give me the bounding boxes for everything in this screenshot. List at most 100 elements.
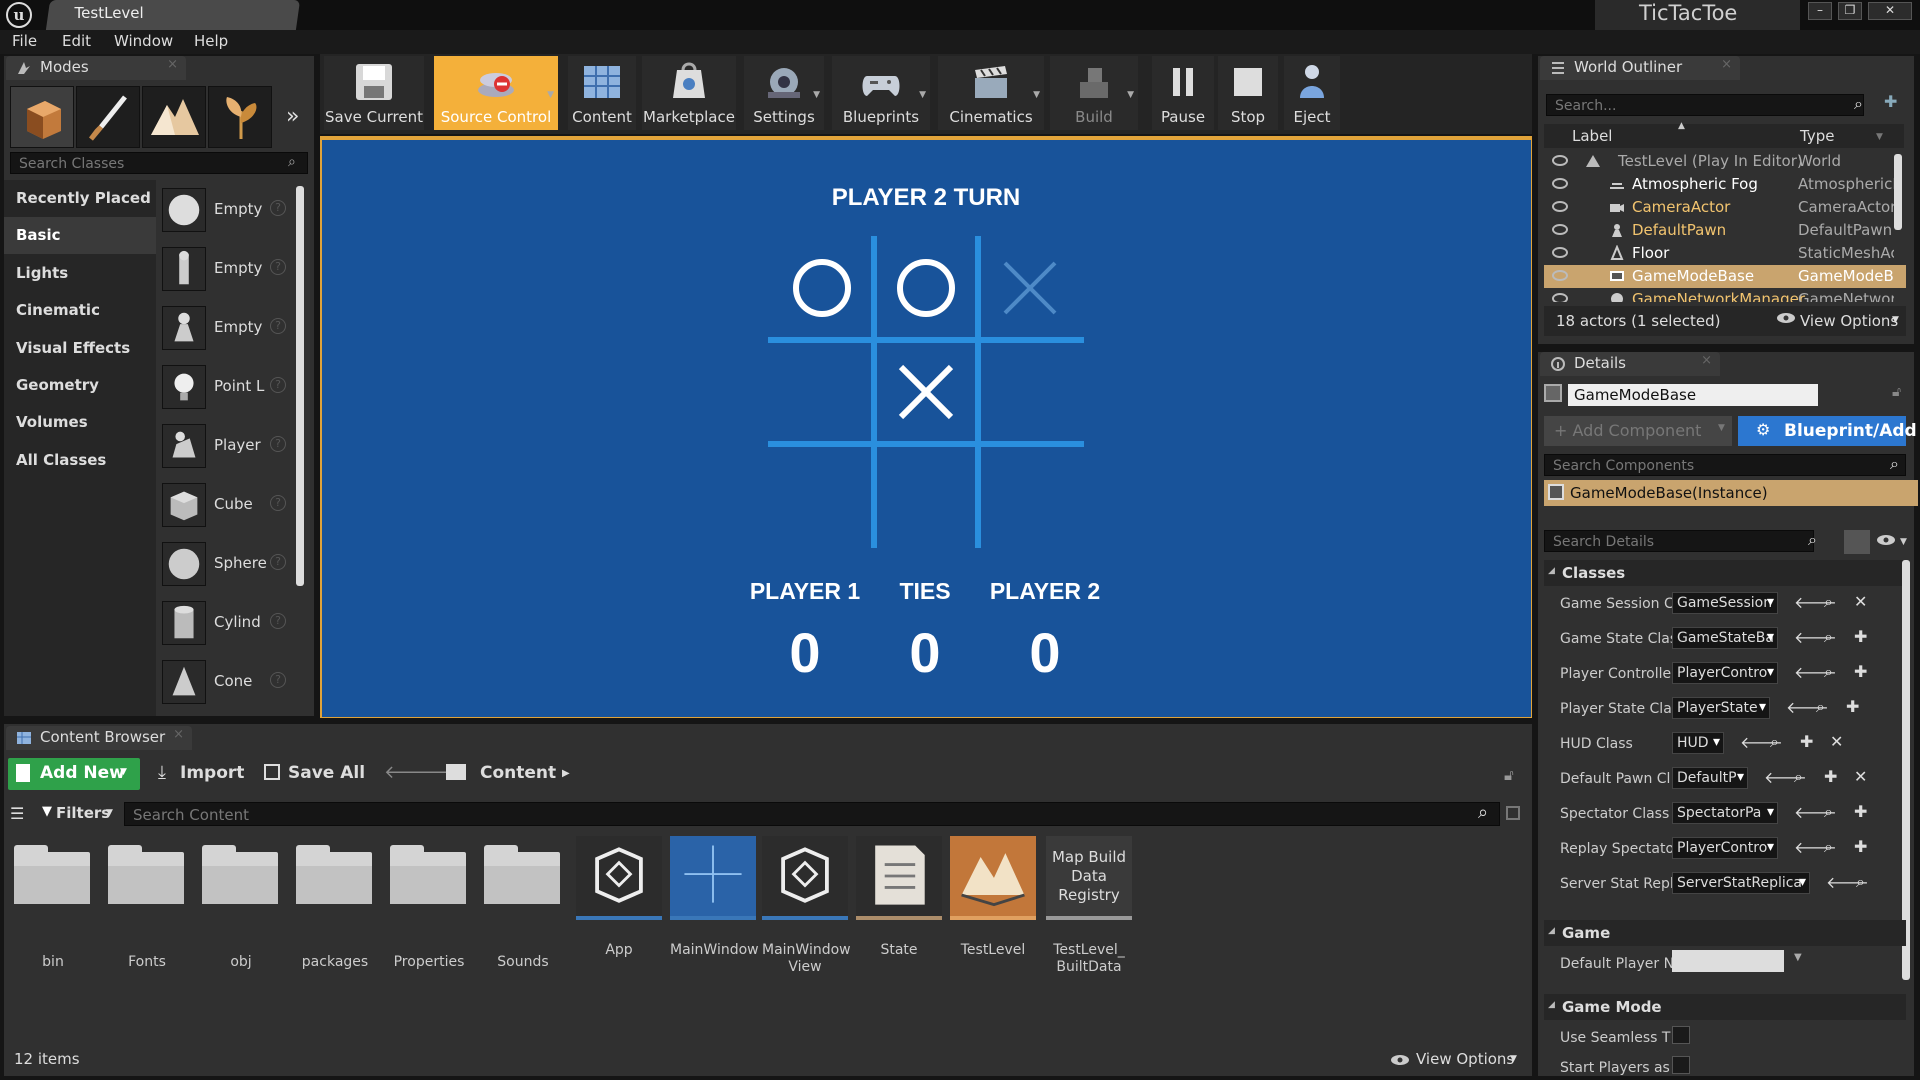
- add-icon[interactable]: ✚: [1854, 662, 1867, 681]
- category-recently-placed[interactable]: Recently Placed: [4, 180, 156, 217]
- outliner-row[interactable]: Atmospheric Fog AtmosphericF: [1544, 173, 1906, 196]
- category-visual-effects[interactable]: Visual Effects: [4, 330, 156, 367]
- source-control-button[interactable]: Source Control ▼: [434, 56, 558, 130]
- menu-edit[interactable]: Edit: [62, 32, 91, 50]
- help-icon[interactable]: ?: [270, 318, 286, 334]
- place-item-empty-pawn[interactable]: Empty?: [160, 300, 300, 358]
- help-icon[interactable]: ?: [270, 377, 286, 393]
- save-all-button[interactable]: Save All: [280, 758, 373, 790]
- browse-icon[interactable]: ⌕: [1824, 627, 1833, 647]
- chevron-down-icon[interactable]: ▼: [1794, 952, 1802, 963]
- asset-tile[interactable]: MainWindow: [670, 836, 759, 959]
- landscape-mode-button[interactable]: [142, 86, 206, 148]
- save-current-button[interactable]: Save Current: [324, 56, 424, 130]
- cinematics-button[interactable]: Cinematics ▼: [938, 56, 1044, 130]
- outliner-search-input[interactable]: Search...: [1546, 94, 1864, 116]
- category-volumes[interactable]: Volumes: [4, 404, 156, 441]
- modes-tab[interactable]: Modes ×: [6, 56, 186, 80]
- browse-icon[interactable]: ⌕: [1816, 697, 1825, 717]
- help-icon[interactable]: ?: [270, 259, 286, 275]
- class-dropdown[interactable]: DefaultP: [1672, 767, 1748, 789]
- class-dropdown[interactable]: GameStateBa: [1672, 627, 1778, 649]
- browse-icon[interactable]: ⌕: [1824, 837, 1833, 857]
- column-type[interactable]: Type: [1800, 127, 1834, 145]
- use-seamless-checkbox[interactable]: [1672, 1026, 1690, 1044]
- add-icon[interactable]: ✚: [1854, 802, 1867, 821]
- help-icon[interactable]: ?: [270, 554, 286, 570]
- class-dropdown[interactable]: PlayerState: [1672, 697, 1770, 719]
- outliner-scrollbar[interactable]: [1894, 154, 1902, 230]
- clear-icon[interactable]: ✕: [1854, 767, 1867, 786]
- lock-icon[interactable]: 🔓︎: [1504, 766, 1514, 784]
- search-classes-input[interactable]: Search Classes: [10, 152, 308, 174]
- category-cinematic[interactable]: Cinematic: [4, 292, 156, 329]
- class-dropdown[interactable]: HUD: [1672, 732, 1724, 754]
- category-all-classes[interactable]: All Classes: [4, 442, 156, 479]
- outliner-row-selected[interactable]: GameModeBase GameModeB: [1544, 265, 1906, 288]
- foliage-mode-button[interactable]: [208, 86, 272, 148]
- category-game-mode[interactable]: Game Mode: [1544, 994, 1906, 1020]
- outliner-row[interactable]: Floor StaticMeshAc: [1544, 242, 1906, 265]
- close-icon[interactable]: ×: [167, 57, 178, 72]
- help-icon[interactable]: ?: [270, 672, 286, 688]
- property-matrix-icon[interactable]: [1844, 530, 1870, 554]
- search-content-input[interactable]: Search Content: [124, 802, 1500, 826]
- chevron-right-icon[interactable]: ▶: [562, 768, 570, 779]
- close-icon[interactable]: ×: [1701, 353, 1712, 368]
- save-search-icon[interactable]: [1506, 806, 1520, 820]
- eye-icon[interactable]: [1552, 293, 1568, 302]
- board-cell-empty[interactable]: [984, 450, 1076, 542]
- build-button[interactable]: Build ▼: [1050, 56, 1138, 130]
- place-item-sphere[interactable]: Sphere?: [160, 536, 300, 594]
- place-item-empty-character[interactable]: Empty?: [160, 241, 300, 299]
- clear-icon[interactable]: ✕: [1854, 592, 1867, 611]
- lock-icon[interactable]: 🔓︎: [1892, 384, 1901, 400]
- class-dropdown[interactable]: SpectatorPa: [1672, 802, 1778, 824]
- add-icon[interactable]: ✚: [1824, 767, 1837, 786]
- category-classes[interactable]: Classes: [1544, 560, 1906, 586]
- tic-tac-toe-board[interactable]: [764, 234, 1086, 552]
- eject-button[interactable]: Eject: [1284, 56, 1340, 130]
- settings-button[interactable]: Settings ▼: [744, 56, 824, 130]
- content-view-options[interactable]: View Options: [1416, 1050, 1514, 1068]
- class-dropdown[interactable]: GameSession: [1672, 592, 1778, 614]
- browse-icon[interactable]: ⌕: [1794, 767, 1803, 787]
- folder-tile[interactable]: Properties: [390, 836, 468, 971]
- paint-mode-button[interactable]: [76, 86, 140, 148]
- asset-tile[interactable]: Map Build Data Registry TestLevel_ BuiltD…: [1046, 836, 1132, 976]
- folder-tile[interactable]: Fonts: [108, 836, 186, 971]
- search-components-input[interactable]: Search Components: [1544, 454, 1906, 476]
- outliner-row[interactable]: TestLevel (Play In Editor) World: [1544, 150, 1906, 173]
- eye-icon[interactable]: [1552, 224, 1568, 235]
- board-cell-empty[interactable]: [776, 346, 868, 438]
- column-label[interactable]: Label: [1572, 127, 1612, 145]
- blueprints-button[interactable]: Blueprints ▼: [832, 56, 930, 130]
- eye-icon[interactable]: [1552, 247, 1568, 258]
- level-tab[interactable]: TestLevel: [45, 0, 301, 30]
- breadcrumb-content[interactable]: Content: [472, 758, 564, 790]
- asset-tile[interactable]: App: [576, 836, 662, 959]
- filters-button[interactable]: Filters: [56, 804, 110, 822]
- asset-tile[interactable]: TestLevel: [950, 836, 1036, 959]
- content-browser-tab[interactable]: Content Browser ×: [6, 726, 192, 750]
- add-icon[interactable]: ✚: [1854, 627, 1867, 646]
- close-window-button[interactable]: ✕: [1868, 2, 1912, 20]
- eye-icon[interactable]: [1552, 201, 1568, 212]
- board-cell-empty[interactable]: [776, 450, 868, 542]
- folder-tile[interactable]: obj: [202, 836, 280, 971]
- browse-icon[interactable]: ⌕: [1824, 802, 1833, 822]
- search-details-input[interactable]: Search Details: [1544, 530, 1814, 552]
- add-component-button[interactable]: + Add Component: [1544, 416, 1732, 446]
- board-cell-empty[interactable]: [984, 346, 1076, 438]
- place-item-empty-actor[interactable]: Empty?: [160, 182, 300, 240]
- more-modes-icon[interactable]: »: [286, 104, 299, 129]
- outliner-view-options[interactable]: View Options: [1800, 312, 1898, 330]
- folder-tile[interactable]: packages: [296, 836, 374, 971]
- place-mode-button[interactable]: [10, 86, 74, 148]
- place-item-cube[interactable]: Cube?: [160, 477, 300, 535]
- place-item-player-start[interactable]: Player?: [160, 418, 300, 476]
- category-geometry[interactable]: Geometry: [4, 367, 156, 404]
- unreal-logo-icon[interactable]: u: [6, 2, 32, 28]
- eye-icon[interactable]: [1876, 534, 1896, 546]
- asset-tile[interactable]: State: [856, 836, 942, 959]
